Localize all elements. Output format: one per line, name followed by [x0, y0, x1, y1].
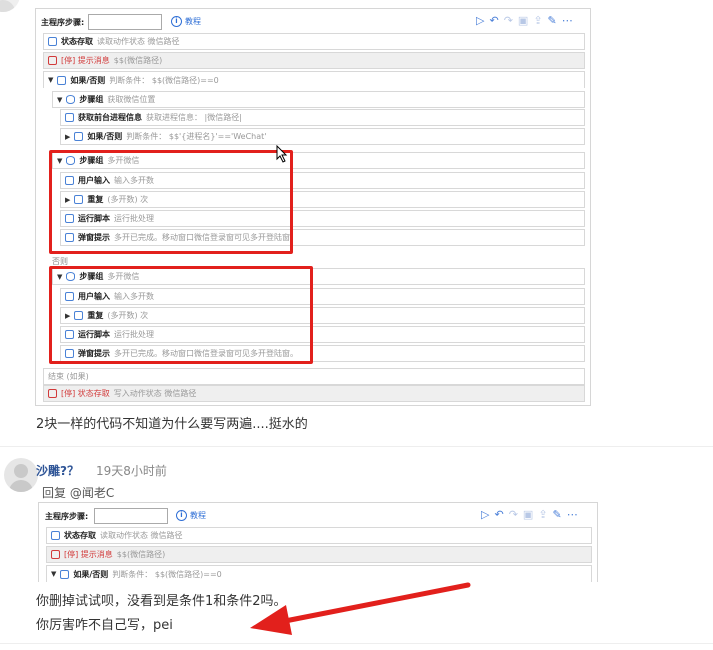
export-icon[interactable]: ⇪	[533, 14, 542, 27]
step-row[interactable]: 状态存取 读取动作状态 微信路径	[46, 527, 592, 544]
branch-icon	[74, 132, 84, 141]
toolbar-icons: ▷ ↶ ↷ ▣ ⇪ ✎ ⋯	[476, 14, 573, 27]
embedded-screenshot-1[interactable]: 主程序步骤: i 教程 ▷ ↶ ↷ ▣ ⇪ ✎ ⋯ 状态存取 读取动作状态 微信…	[35, 8, 591, 406]
embedded-screenshot-2[interactable]: 主程序步骤: i 教程 ▷ ↶ ↷ ▣ ⇪ ✎ ⋯ 状态存取 读取动作状态 微信…	[38, 502, 598, 582]
main-steps-input[interactable]	[94, 508, 168, 524]
step-row[interactable]: 状态存取 读取动作状态 微信路径	[43, 33, 585, 50]
avatar	[4, 458, 38, 492]
step-row[interactable]: [停] 提示消息 $$(微信路径)	[46, 546, 592, 563]
comment-1-text: 2块一样的代码不知道为什么要写两遍....挺水的	[36, 417, 308, 432]
more-icon[interactable]: ⋯	[567, 508, 578, 521]
username-link[interactable]: 沙雕?？	[36, 462, 79, 479]
redo-icon[interactable]: ↷	[504, 14, 513, 27]
info-icon: i	[171, 16, 182, 27]
divider	[0, 446, 713, 447]
step-row[interactable]: ▼ 步骤组 获取微信位置	[52, 91, 585, 108]
reply-to-label: 回复 @闻老C	[42, 486, 115, 500]
undo-icon[interactable]: ↶	[489, 14, 498, 27]
more-icon[interactable]: ⋯	[562, 14, 573, 27]
run-icon[interactable]: ▷	[476, 14, 484, 27]
avatar-top	[0, 0, 20, 12]
undo-icon[interactable]: ↶	[494, 508, 503, 521]
main-steps-input[interactable]	[88, 14, 162, 30]
state-icon	[51, 531, 60, 540]
run-icon[interactable]: ▷	[481, 508, 489, 521]
tutorial-link[interactable]: i 教程	[176, 510, 206, 521]
save-icon[interactable]: ▣	[523, 508, 533, 521]
highlight-box-1	[49, 150, 293, 254]
step-row[interactable]: [停] 提示消息 $$(微信路径)	[43, 52, 585, 69]
step-row[interactable]: ▶ 如果/否则 判断条件： $$'{进程名}'=='WeChat'	[60, 128, 585, 145]
export-icon[interactable]: ⇪	[538, 508, 547, 521]
branch-icon	[57, 75, 67, 85]
highlight-box-2	[49, 266, 313, 364]
red-arrow	[250, 582, 471, 635]
end-if-row[interactable]: 结束 (如果)	[43, 368, 585, 385]
process-icon	[65, 113, 74, 122]
state-icon	[48, 389, 57, 398]
note-icon[interactable]: ✎	[548, 14, 557, 27]
step-toolbar: 主程序步骤: i 教程 ▷ ↶ ↷ ▣ ⇪ ✎ ⋯	[39, 503, 597, 527]
state-icon	[48, 37, 57, 46]
group-icon	[66, 95, 76, 104]
redo-icon[interactable]: ↷	[509, 508, 518, 521]
info-icon: i	[176, 510, 187, 521]
note-icon[interactable]: ✎	[553, 508, 562, 521]
branch-icon	[60, 569, 70, 579]
message-icon	[51, 550, 60, 559]
toolbar-icons: ▷ ↶ ↷ ▣ ⇪ ✎ ⋯	[481, 508, 578, 521]
step-row[interactable]: [停] 状态存取 写入动作状态 微信路径	[43, 385, 585, 402]
expand-icon[interactable]: ▼	[48, 76, 53, 84]
step-row[interactable]: 获取前台进程信息 获取进程信息： |微信路径|	[60, 109, 585, 126]
collapse-icon[interactable]: ▶	[65, 133, 70, 141]
expand-icon[interactable]: ▼	[57, 96, 62, 104]
mouse-cursor-icon	[276, 145, 288, 163]
save-icon[interactable]: ▣	[518, 14, 528, 27]
comment-2-line-2: 你厉害咋不自己写，pei	[36, 618, 173, 633]
tutorial-link[interactable]: i 教程	[171, 16, 201, 27]
comment-time: 19天8小时前	[96, 464, 167, 478]
main-steps-label: 主程序步骤:	[41, 18, 85, 27]
main-steps-label: 主程序步骤:	[45, 512, 89, 521]
step-toolbar: 主程序步骤: i 教程 ▷ ↶ ↷ ▣ ⇪ ✎ ⋯	[36, 9, 590, 33]
divider	[0, 643, 713, 644]
message-icon	[48, 56, 57, 65]
expand-icon[interactable]: ▼	[51, 570, 56, 578]
step-row[interactable]: ▼ 如果/否则 判断条件： $$(微信路径)==0	[43, 71, 585, 88]
